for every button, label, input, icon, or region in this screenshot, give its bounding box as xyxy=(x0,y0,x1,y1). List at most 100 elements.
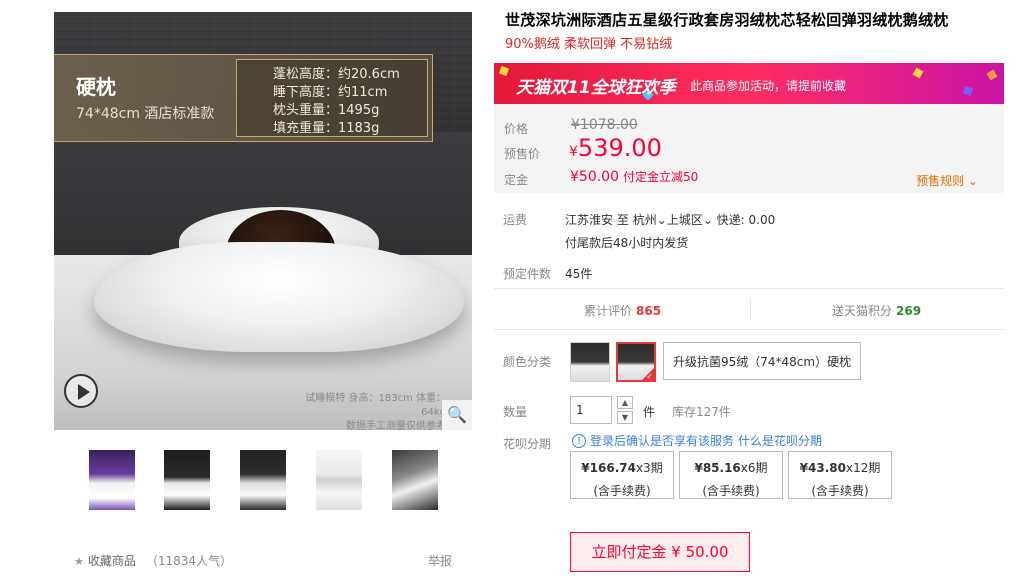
confetti xyxy=(912,67,924,79)
model-note-line1: 试睡模特 身高：183cm 体重：64kg xyxy=(305,393,446,418)
thumbnail-2[interactable] xyxy=(164,450,210,510)
sku-swatch-1[interactable] xyxy=(570,342,610,382)
huabei-plan-6[interactable]: ¥85.16x6期 (含手续费) xyxy=(679,451,783,499)
plan-periods: x3期 xyxy=(635,461,663,475)
favorite-label: 收藏商品 xyxy=(87,554,136,568)
pay-deposit-button[interactable]: 立即付定金 ¥ 50.00 xyxy=(570,532,750,572)
report-link[interactable]: 举报 xyxy=(428,552,452,569)
city-select[interactable]: 杭州⌄ xyxy=(633,213,667,227)
price-label: 价格 xyxy=(504,122,529,136)
sku-swatch-2-selected[interactable]: ✓ xyxy=(616,342,656,382)
quantity-label: 数量 xyxy=(503,405,528,419)
product-info-card: 硬枕 74*48cm 酒店标准款 蓬松高度：约20.6cm 睡下高度：约11cm… xyxy=(54,54,433,142)
quantity-decrease-icon[interactable]: ▼ xyxy=(617,411,633,424)
huabei-label: 花呗分期 xyxy=(503,437,552,451)
shipping-fee: 快递: 0.00 xyxy=(716,213,776,227)
card-specs: 蓬松高度：约20.6cm 睡下高度：约11cm 枕头重量：1495g 填充重量：… xyxy=(236,59,428,137)
favorite-count: （11834人气） xyxy=(145,554,233,568)
reviews-stat[interactable]: 累计评价 865 xyxy=(584,302,661,319)
chevron-down-icon: ⌄ xyxy=(702,213,713,227)
shipping-origin: 江苏淮安 xyxy=(565,213,614,227)
district-label: 上城区 xyxy=(666,213,703,227)
plan-periods: x6期 xyxy=(740,461,768,475)
plan-periods: x12期 xyxy=(845,461,881,475)
currency-symbol: ¥ xyxy=(569,144,578,160)
model-note: 试睡模特 身高：183cm 体重：64kg 数据手工测量仅供参考 xyxy=(286,392,446,430)
reviews-value: 865 xyxy=(636,304,662,318)
zoom-icon[interactable]: 🔍 xyxy=(442,400,472,430)
presale-rule-label: 预售规则 xyxy=(916,174,965,188)
thumbnail-5[interactable] xyxy=(392,450,438,510)
promo-message: 此商品参加活动，请提前收藏 xyxy=(690,79,847,93)
confetti xyxy=(498,65,510,77)
deposit-note: 付定金立减50 xyxy=(623,170,699,184)
stats-divider xyxy=(750,299,751,319)
spec-pillow-weight: 枕头重量：1495g xyxy=(273,103,380,118)
original-price: ¥1078.00 xyxy=(571,117,638,133)
play-video-icon[interactable] xyxy=(64,374,98,408)
chevron-down-icon: ⌄ xyxy=(656,213,667,227)
info-icon: ! xyxy=(572,433,586,448)
sku-option-text[interactable]: 升级抗菌95绒（74*48cm）硬枕 xyxy=(663,342,862,380)
thumbnail-strip xyxy=(54,450,472,512)
plan-amount: ¥43.80 xyxy=(799,461,846,475)
presale-rule-link[interactable]: 预售规则 ⌄ xyxy=(916,172,978,189)
product-title: 世茂深坑洲际酒店五星级行政套房羽绒枕芯轻松回弹羽绒枕鹅绒枕 xyxy=(505,11,949,29)
presale-value: 539.00 xyxy=(577,134,662,162)
plan-fee: (含手续费) xyxy=(702,484,760,498)
card-title: 硬枕 xyxy=(76,75,116,99)
confetti xyxy=(986,69,998,81)
shipping-line: 江苏淮安 至 杭州⌄上城区⌄ 快递: 0.00 xyxy=(565,211,775,228)
confetti xyxy=(963,86,973,96)
shipping-to: 至 xyxy=(616,213,629,227)
huabei-plan-3[interactable]: ¥166.74x3期 (含手续费) xyxy=(570,451,674,499)
color-label: 颜色分类 xyxy=(503,355,552,369)
plan-fee: (含手续费) xyxy=(593,484,651,498)
thumbnail-1[interactable] xyxy=(89,450,135,510)
card-subtitle: 74*48cm 酒店标准款 xyxy=(76,106,215,122)
promo-banner[interactable]: 天猫双11全球狂欢季 此商品参加活动，请提前收藏 xyxy=(494,63,1004,104)
quantity-increase-icon[interactable]: ▲ xyxy=(617,396,633,409)
presale-label: 预售价 xyxy=(504,147,541,161)
huabei-what-link[interactable]: 什么是花呗分期 xyxy=(738,434,822,448)
star-icon: ★ xyxy=(74,555,84,568)
chevron-down-icon: ⌄ xyxy=(964,174,978,188)
model-note-line2: 数据手工测量仅供参考 xyxy=(346,421,446,430)
stats-bar: 累计评价 865 送天猫积分 269 xyxy=(494,288,1004,330)
check-icon: ✓ xyxy=(646,372,653,381)
huabei-plan-12[interactable]: ¥43.80x12期 (含手续费) xyxy=(788,451,892,499)
quantity-unit: 件 xyxy=(643,405,656,419)
points-value: 269 xyxy=(896,304,922,318)
pillow-image xyxy=(94,242,464,352)
thumbnail-3[interactable] xyxy=(240,450,286,510)
plan-fee: (含手续费) xyxy=(811,484,869,498)
plan-amount: ¥85.16 xyxy=(694,461,741,475)
shipping-note: 付尾款后48小时内发货 xyxy=(565,236,689,250)
price-box: 价格 ¥1078.00 预售价 ¥539.00 定金 ¥50.00 付定金立减50… xyxy=(494,104,1004,193)
deposit-label: 定金 xyxy=(504,173,529,187)
huabei-info: ! 登录后确认是否享有该服务 什么是花呗分期 xyxy=(572,432,822,449)
favorite-button[interactable]: ★ 收藏商品 （11834人气） xyxy=(74,552,232,569)
spec-fill-weight: 填充重量：1183g xyxy=(273,121,380,136)
huabei-login-link[interactable]: 登录后确认是否享有该服务 xyxy=(590,434,734,448)
shipping-label: 运费 xyxy=(503,213,528,227)
district-select[interactable]: 上城区⌄ xyxy=(667,213,713,227)
spec-sleep-height: 睡下高度：约11cm xyxy=(273,85,388,100)
points-label: 送天猫积分 xyxy=(832,304,893,318)
reserved-value: 45件 xyxy=(565,267,593,281)
quantity-input[interactable]: 1 xyxy=(570,396,612,424)
deposit-value: ¥50.00 xyxy=(570,169,619,185)
main-product-image[interactable]: 硬枕 74*48cm 酒店标准款 蓬松高度：约20.6cm 睡下高度：约11cm… xyxy=(54,12,472,430)
thumbnail-4[interactable] xyxy=(316,450,362,510)
reviews-label: 累计评价 xyxy=(584,304,633,318)
product-subtitle: 90%鹅绒 柔软回弹 不易钻绒 xyxy=(505,37,673,52)
spec-fluffy-height: 蓬松高度：约20.6cm xyxy=(273,67,400,82)
reserved-label: 预定件数 xyxy=(503,267,552,281)
points-stat: 送天猫积分 269 xyxy=(832,302,921,319)
city-label: 杭州 xyxy=(632,213,657,227)
presale-price: ¥539.00 xyxy=(569,134,662,162)
promo-logo: 天猫双11全球狂欢季 xyxy=(516,78,676,98)
plan-amount: ¥166.74 xyxy=(581,461,636,475)
deposit-price: ¥50.00 付定金立减50 xyxy=(570,168,698,185)
stock-count: 库存127件 xyxy=(672,405,731,419)
